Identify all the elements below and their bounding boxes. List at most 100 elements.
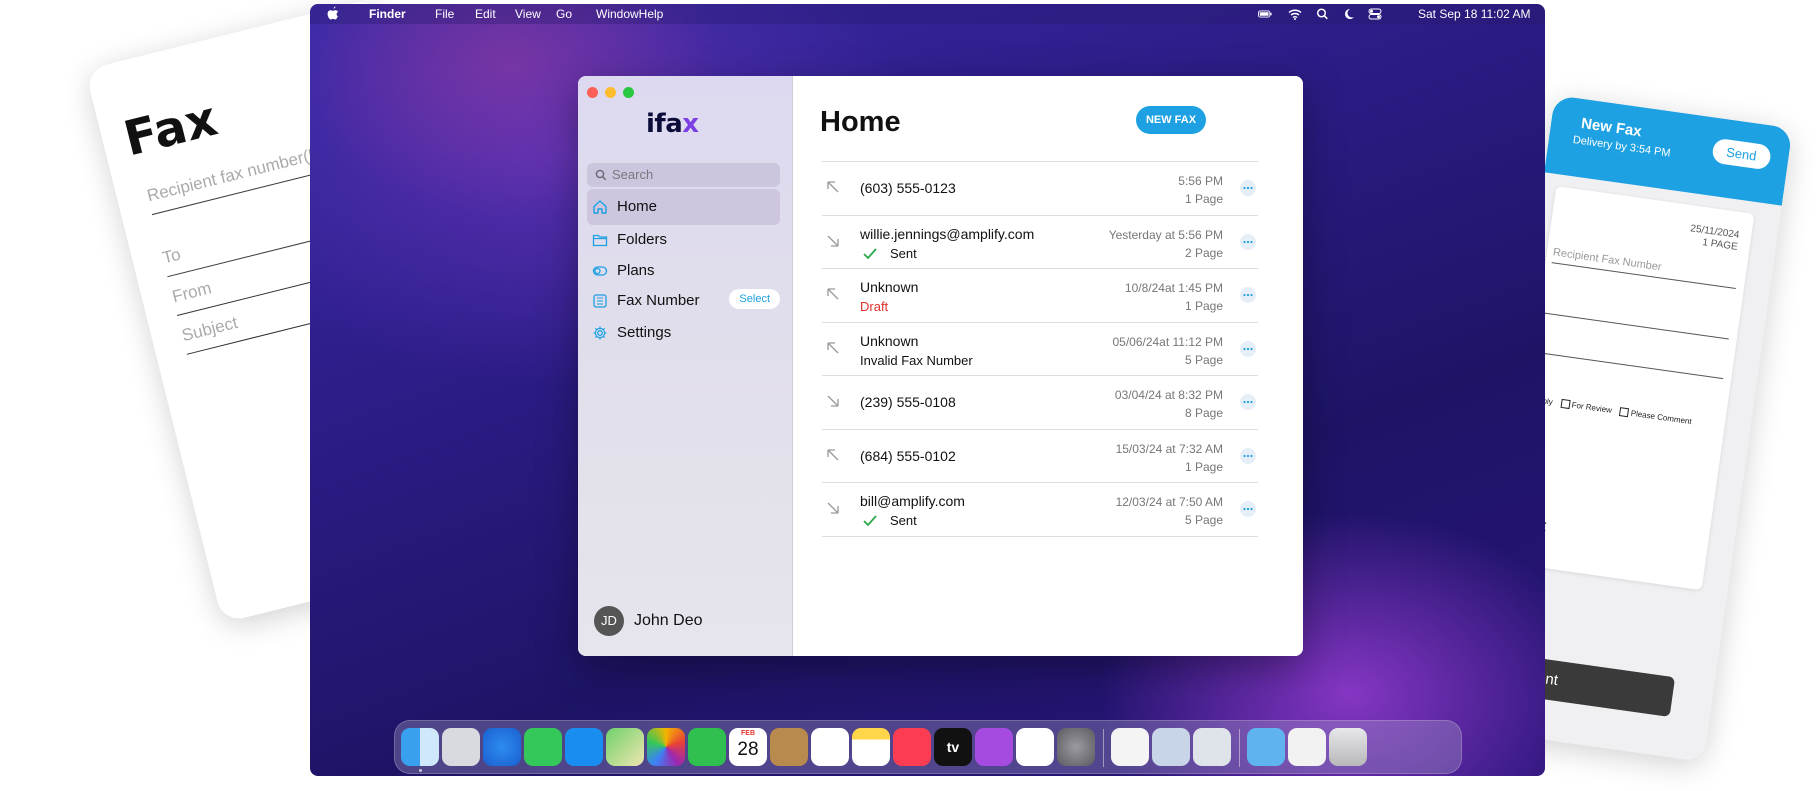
sidebar-item-label: Plans xyxy=(617,262,655,279)
more-options-button[interactable] xyxy=(1240,394,1256,410)
notes-icon[interactable] xyxy=(852,728,890,766)
music-icon[interactable] xyxy=(893,728,931,766)
podcasts-icon[interactable] xyxy=(975,728,1013,766)
launchpad-icon[interactable] xyxy=(442,728,480,766)
fax-time: 5:56 PM xyxy=(1178,174,1223,188)
fax-time: 12/03/24 at 7:50 AM xyxy=(1115,495,1223,509)
table-row[interactable]: (684) 555-0102 15/03/24 at 7:32 AM 1 Pag… xyxy=(822,430,1258,483)
minimize-window-button[interactable] xyxy=(605,87,616,98)
sidebar-item-home[interactable]: Home xyxy=(587,189,780,225)
fax-recipient: (603) 555-0123 xyxy=(860,180,956,196)
downloads-folder-icon[interactable] xyxy=(1247,728,1285,766)
table-row[interactable]: Unknown Invalid Fax Number 05/06/24at 11… xyxy=(822,323,1258,376)
facetime-icon[interactable] xyxy=(688,728,726,766)
table-row[interactable]: willie.jennings@amplify.com Sent Yesterd… xyxy=(822,216,1258,269)
photos-icon[interactable] xyxy=(647,728,685,766)
avatar: JD xyxy=(594,606,624,636)
more-options-button[interactable] xyxy=(1240,340,1256,357)
incoming-arrow-icon xyxy=(827,395,839,407)
logo-x: x xyxy=(682,109,699,139)
documents-stack-icon[interactable] xyxy=(1288,728,1326,766)
gear-icon xyxy=(593,326,607,340)
do-not-disturb-moon-icon[interactable] xyxy=(1342,8,1356,20)
fax-recipient: Unknown xyxy=(860,279,919,295)
contacts-icon[interactable] xyxy=(770,728,808,766)
news-icon[interactable] xyxy=(1016,728,1054,766)
ifax-logo: ifax xyxy=(646,109,699,139)
wifi-icon[interactable] xyxy=(1288,8,1302,20)
sidebar-item-settings[interactable]: Settings xyxy=(587,315,780,351)
dock: FEB 28 tv xyxy=(394,720,1462,774)
mail-icon[interactable] xyxy=(565,728,603,766)
menu-clock[interactable]: Sat Sep 18 11:02 AM xyxy=(1418,7,1531,21)
apple-tv-icon[interactable]: tv xyxy=(934,728,972,766)
preview-icon[interactable] xyxy=(1152,728,1190,766)
for-review-checkbox[interactable] xyxy=(1560,399,1571,410)
fax-status-invalid: Invalid Fax Number xyxy=(860,352,973,368)
table-row[interactable]: (239) 555-0108 03/04/24 at 8:32 PM 8 Pag… xyxy=(822,376,1258,430)
search-placeholder: Search xyxy=(612,167,654,182)
fax-pages: 5 Page xyxy=(1184,513,1223,527)
menu-go[interactable]: Go xyxy=(556,7,572,21)
trash-icon[interactable] xyxy=(1329,728,1367,766)
sidebar-item-label: Folders xyxy=(617,231,668,248)
table-row[interactable]: bill@amplify.com Sent 12/03/24 at 7:50 A… xyxy=(822,483,1258,537)
fax-pages: 1 Page xyxy=(1184,299,1223,313)
more-options-button[interactable] xyxy=(1240,287,1256,303)
fax-time: Yesterday at 5:56 PM xyxy=(1108,227,1223,242)
zoom-window-button[interactable] xyxy=(623,87,634,98)
safari-icon[interactable] xyxy=(483,728,521,766)
sidebar-item-fax-number[interactable]: Fax Number Select xyxy=(587,283,780,319)
reminders-icon[interactable] xyxy=(811,728,849,766)
system-preferences-icon[interactable] xyxy=(1057,728,1095,766)
apple-tv-label: tv xyxy=(946,739,960,755)
folder-icon xyxy=(592,234,608,247)
table-row[interactable]: Unknown Draft 10/8/24at 1:45 PM 1 Page xyxy=(822,269,1258,323)
phone-recipient-field[interactable]: Recipient Fax Number xyxy=(1551,246,1739,290)
ellipsis-icon xyxy=(1243,347,1253,350)
calendar-icon[interactable]: FEB 28 xyxy=(729,728,767,766)
fax-status-sent: Sent xyxy=(860,246,917,261)
fax-status-draft: Draft xyxy=(860,299,889,314)
maps-icon[interactable] xyxy=(606,728,644,766)
finder-icon[interactable] xyxy=(401,728,439,766)
more-options-button[interactable] xyxy=(1240,180,1256,196)
fax-recipient: Unknown xyxy=(860,332,919,349)
fax-recipient: (684) 555-0102 xyxy=(860,447,956,464)
blank-app-icon[interactable] xyxy=(1193,728,1231,766)
more-options-button[interactable] xyxy=(1240,233,1256,250)
apple-icon[interactable] xyxy=(326,6,340,21)
phone-send-button[interactable]: Send xyxy=(1710,137,1773,171)
please-comment-label: Please Comment xyxy=(1630,408,1693,427)
ellipsis-icon xyxy=(1243,454,1253,457)
sidebar-search-input[interactable]: Search xyxy=(587,163,780,187)
battery-icon[interactable] xyxy=(1258,8,1272,20)
please-comment-checkbox[interactable] xyxy=(1619,407,1630,418)
more-options-button[interactable] xyxy=(1240,501,1256,517)
table-row[interactable]: (603) 555-0123 5:56 PM 1 Page xyxy=(822,162,1258,216)
menu-bar: Finder File Edit View Go WindowHelp Sat … xyxy=(310,4,1545,24)
phone-line-1[interactable] xyxy=(1544,295,1732,340)
menu-app-name[interactable]: Finder xyxy=(369,7,406,21)
textedit-icon[interactable] xyxy=(1111,728,1149,766)
close-window-button[interactable] xyxy=(587,87,598,98)
check-icon xyxy=(863,247,877,259)
menu-edit[interactable]: Edit xyxy=(475,7,496,21)
phone-line-2[interactable] xyxy=(1538,335,1726,380)
menu-view[interactable]: View xyxy=(515,7,541,21)
calendar-day: 28 xyxy=(737,739,759,760)
fax-list: (603) 555-0123 5:56 PM 1 Page willie.jen… xyxy=(822,161,1258,537)
fax-machine-icon xyxy=(593,294,607,308)
messages-icon[interactable] xyxy=(524,728,562,766)
stage: Fax Recipient fax number(US) To From Sub… xyxy=(0,0,1819,791)
fax-status-label: Sent xyxy=(890,513,917,528)
menu-file[interactable]: File xyxy=(435,7,454,21)
fax-time: 05/06/24at 11:12 PM xyxy=(1112,334,1223,349)
more-options-button[interactable] xyxy=(1240,447,1256,464)
fax-number-select-button[interactable]: Select xyxy=(729,289,780,309)
sidebar: ifax Search Home Folders Plans Fax Numbe… xyxy=(578,76,793,656)
menu-window-help[interactable]: WindowHelp xyxy=(596,7,663,21)
new-fax-button[interactable]: NEW FAX xyxy=(1136,106,1206,134)
control-center-icon[interactable] xyxy=(1368,8,1382,20)
spotlight-search-icon[interactable] xyxy=(1316,8,1330,20)
